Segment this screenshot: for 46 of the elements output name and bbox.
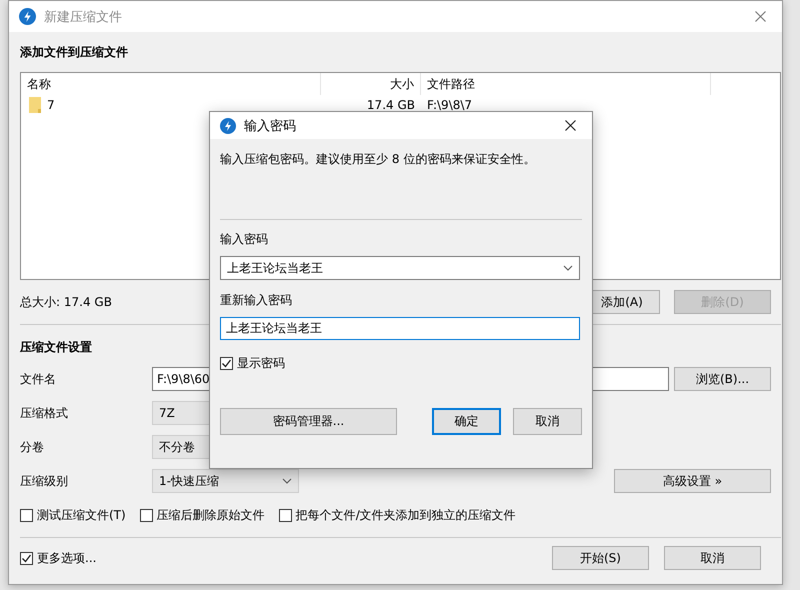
action-button[interactable]: 高级设置 » <box>614 469 771 493</box>
column-header[interactable]: 名称 <box>21 73 321 95</box>
checkbox-label: 测试压缩文件(T) <box>37 506 126 524</box>
checkbox-label: 把每个文件/文件夹添加到独立的压缩文件 <box>296 506 516 524</box>
column-header[interactable]: 大小 <box>321 73 421 95</box>
field-label: 输入密码 <box>220 231 269 248</box>
checkbox-label: 更多选项... <box>37 550 96 566</box>
caret-icon <box>282 478 292 484</box>
close-icon[interactable] <box>565 120 576 131</box>
action-button[interactable]: 取消 <box>664 546 761 570</box>
dialog-button[interactable]: 取消 <box>513 408 582 435</box>
section-heading: 压缩文件设置 <box>20 339 93 356</box>
dropdown[interactable]: 1-快速压缩 <box>152 469 299 493</box>
password-combo[interactable]: 上老王论坛当老王 <box>220 256 580 280</box>
field-label: 压缩级别 <box>20 472 69 490</box>
field-label: 压缩格式 <box>20 404 69 422</box>
action-button[interactable]: 浏览(B)... <box>674 367 771 391</box>
folder-icon <box>29 97 41 113</box>
checkmark-icon <box>21 552 32 564</box>
checkbox-label: 压缩后删除原始文件 <box>156 506 265 524</box>
dialog-message: 输入压缩包密码。建议使用至少 8 位的密码来保证安全性。 <box>220 151 536 168</box>
caret-icon <box>563 265 573 271</box>
checkbox[interactable] <box>140 508 153 522</box>
field-label: 重新输入密码 <box>220 292 293 309</box>
checkmark-icon <box>221 358 232 369</box>
checkbox[interactable] <box>20 508 33 522</box>
checkbox[interactable] <box>20 552 33 564</box>
field-label: 文件名 <box>20 370 57 388</box>
file-size: 17.4 GB <box>366 98 416 112</box>
dialog-title: 输入密码 <box>244 118 296 134</box>
field-label: 分卷 <box>20 438 45 456</box>
action-button[interactable]: 开始(S) <box>552 546 649 570</box>
checkbox[interactable] <box>220 357 233 370</box>
app-logo-icon <box>220 118 236 134</box>
checkbox[interactable] <box>278 508 292 522</box>
file-name: 7 <box>47 98 55 112</box>
total-size: 总大小: 17.4 GB <box>20 294 112 310</box>
action-button[interactable]: 密码管理器... <box>220 408 397 435</box>
dialog-button[interactable]: 确定 <box>432 408 501 435</box>
section-heading: 添加文件到压缩文件 <box>20 44 129 61</box>
password-field[interactable]: 上老王论坛当老王 <box>220 317 580 340</box>
file-path: F:\9\8\7 <box>426 98 474 112</box>
checkbox-label: 显示密码 <box>237 355 285 372</box>
window-title: 新建压缩文件 <box>44 8 122 26</box>
column-header[interactable]: 文件路径 <box>421 73 711 95</box>
app-logo-icon <box>19 8 36 25</box>
